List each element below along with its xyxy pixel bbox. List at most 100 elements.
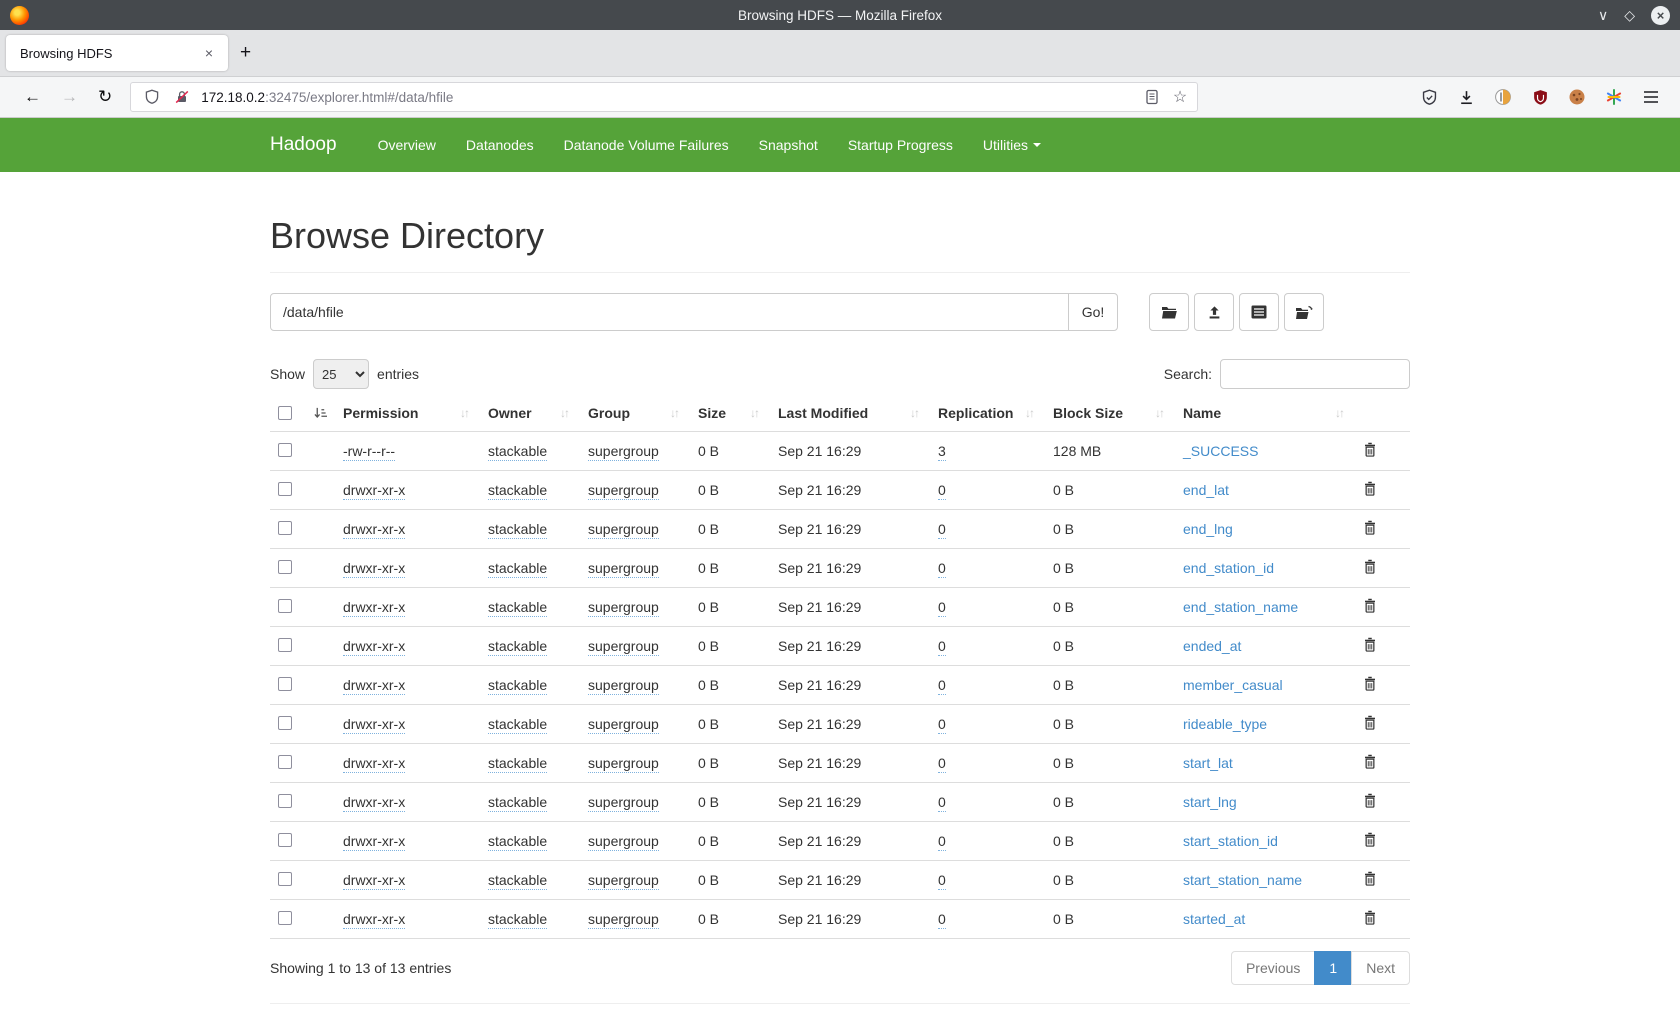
select-all-checkbox[interactable]: [278, 406, 292, 420]
replication-value[interactable]: 0: [938, 716, 946, 734]
downloads-icon[interactable]: [1455, 86, 1477, 108]
owner-value[interactable]: stackable: [488, 911, 547, 929]
extension-badge-icon[interactable]: [1492, 86, 1514, 108]
file-name-link[interactable]: ended_at: [1183, 638, 1241, 654]
group-value[interactable]: supergroup: [588, 872, 659, 890]
row-checkbox[interactable]: [278, 599, 292, 613]
permission-value[interactable]: drwxr-xr-x: [343, 599, 405, 617]
replication-value[interactable]: 0: [938, 521, 946, 539]
row-checkbox[interactable]: [278, 911, 292, 925]
delete-file-button[interactable]: [1363, 598, 1377, 613]
group-value[interactable]: supergroup: [588, 638, 659, 656]
nav-datanodes[interactable]: Datanodes: [451, 118, 549, 172]
replication-value[interactable]: 0: [938, 599, 946, 617]
replication-value[interactable]: 0: [938, 560, 946, 578]
ublock-origin-icon[interactable]: [1529, 86, 1551, 108]
bookmark-star-icon[interactable]: ☆: [1173, 87, 1187, 107]
search-input[interactable]: [1220, 359, 1410, 389]
delete-file-button[interactable]: [1363, 520, 1377, 535]
reader-view-icon[interactable]: [1141, 86, 1163, 108]
file-name-link[interactable]: _SUCCESS: [1183, 443, 1258, 459]
header-group[interactable]: Group↓↑: [580, 395, 690, 432]
owner-value[interactable]: stackable: [488, 482, 547, 500]
window-minimize-icon[interactable]: ∨: [1598, 8, 1608, 22]
row-checkbox[interactable]: [278, 677, 292, 691]
group-value[interactable]: supergroup: [588, 911, 659, 929]
file-name-link[interactable]: rideable_type: [1183, 716, 1267, 732]
row-checkbox[interactable]: [278, 716, 292, 730]
header-owner[interactable]: Owner↓↑: [480, 395, 580, 432]
owner-value[interactable]: stackable: [488, 638, 547, 656]
owner-value[interactable]: stackable: [488, 521, 547, 539]
delete-file-button[interactable]: [1363, 559, 1377, 574]
group-value[interactable]: supergroup: [588, 482, 659, 500]
replication-value[interactable]: 0: [938, 833, 946, 851]
delete-file-button[interactable]: [1363, 793, 1377, 808]
replication-value[interactable]: 0: [938, 755, 946, 773]
group-value[interactable]: supergroup: [588, 794, 659, 812]
replication-value[interactable]: 0: [938, 911, 946, 929]
group-value[interactable]: supergroup: [588, 677, 659, 695]
delete-file-button[interactable]: [1363, 715, 1377, 730]
window-close-icon[interactable]: ×: [1651, 6, 1670, 25]
nav-startup-progress[interactable]: Startup Progress: [833, 118, 968, 172]
header-replication[interactable]: Replication↓↑: [930, 395, 1045, 432]
directory-path-input[interactable]: [270, 293, 1069, 331]
nav-utilities-dropdown[interactable]: Utilities: [968, 118, 1056, 172]
previous-page-button[interactable]: Previous: [1231, 951, 1315, 985]
permission-value[interactable]: drwxr-xr-x: [343, 716, 405, 734]
owner-value[interactable]: stackable: [488, 833, 547, 851]
delete-file-button[interactable]: [1363, 754, 1377, 769]
delete-file-button[interactable]: [1363, 481, 1377, 496]
header-last-modified[interactable]: Last Modified↓↑: [770, 395, 930, 432]
delete-file-button[interactable]: [1363, 442, 1377, 457]
file-name-link[interactable]: start_lng: [1183, 794, 1237, 810]
new-tab-button[interactable]: +: [228, 40, 263, 66]
go-button[interactable]: Go!: [1068, 293, 1118, 331]
url-bar[interactable]: 172.18.0.2:32475/explorer.html#/data/hfi…: [130, 82, 1198, 112]
permission-value[interactable]: drwxr-xr-x: [343, 911, 405, 929]
row-checkbox[interactable]: [278, 482, 292, 496]
row-checkbox[interactable]: [278, 638, 292, 652]
delete-file-button[interactable]: [1363, 832, 1377, 847]
row-checkbox[interactable]: [278, 521, 292, 535]
nav-overview[interactable]: Overview: [363, 118, 451, 172]
replication-value[interactable]: 0: [938, 794, 946, 812]
delete-file-button[interactable]: [1363, 910, 1377, 925]
row-checkbox[interactable]: [278, 755, 292, 769]
nav-datanode-volume-failures[interactable]: Datanode Volume Failures: [549, 118, 744, 172]
navbar-brand-hadoop[interactable]: Hadoop: [270, 134, 363, 156]
owner-value[interactable]: stackable: [488, 599, 547, 617]
replication-value[interactable]: 0: [938, 482, 946, 500]
replication-value[interactable]: 0: [938, 638, 946, 656]
owner-value[interactable]: stackable: [488, 755, 547, 773]
browser-tab[interactable]: Browsing HDFS ×: [6, 35, 228, 71]
file-name-link[interactable]: end_lat: [1183, 482, 1229, 498]
group-value[interactable]: supergroup: [588, 716, 659, 734]
permission-value[interactable]: drwxr-xr-x: [343, 521, 405, 539]
next-page-button[interactable]: Next: [1351, 951, 1410, 985]
header-permission[interactable]: Permission↓↑: [335, 395, 480, 432]
nav-snapshot[interactable]: Snapshot: [744, 118, 833, 172]
owner-value[interactable]: stackable: [488, 794, 547, 812]
create-directory-button[interactable]: [1149, 293, 1189, 331]
delete-file-button[interactable]: [1363, 871, 1377, 886]
permission-value[interactable]: drwxr-xr-x: [343, 755, 405, 773]
move-to-button[interactable]: [1284, 293, 1324, 331]
header-size[interactable]: Size↓↑: [690, 395, 770, 432]
permission-value[interactable]: drwxr-xr-x: [343, 560, 405, 578]
permission-value[interactable]: drwxr-xr-x: [343, 677, 405, 695]
owner-value[interactable]: stackable: [488, 872, 547, 890]
menu-hamburger-icon[interactable]: [1640, 86, 1662, 108]
permission-value[interactable]: drwxr-xr-x: [343, 794, 405, 812]
header-name[interactable]: Name↓↑: [1175, 395, 1355, 432]
row-checkbox[interactable]: [278, 443, 292, 457]
permission-value[interactable]: drwxr-xr-x: [343, 482, 405, 500]
owner-value[interactable]: stackable: [488, 716, 547, 734]
replication-value[interactable]: 3: [938, 443, 946, 461]
delete-file-button[interactable]: [1363, 637, 1377, 652]
back-button[interactable]: ←: [14, 84, 51, 110]
file-name-link[interactable]: member_casual: [1183, 677, 1283, 693]
snowflake-addon-icon[interactable]: [1603, 86, 1625, 108]
permission-value[interactable]: drwxr-xr-x: [343, 833, 405, 851]
